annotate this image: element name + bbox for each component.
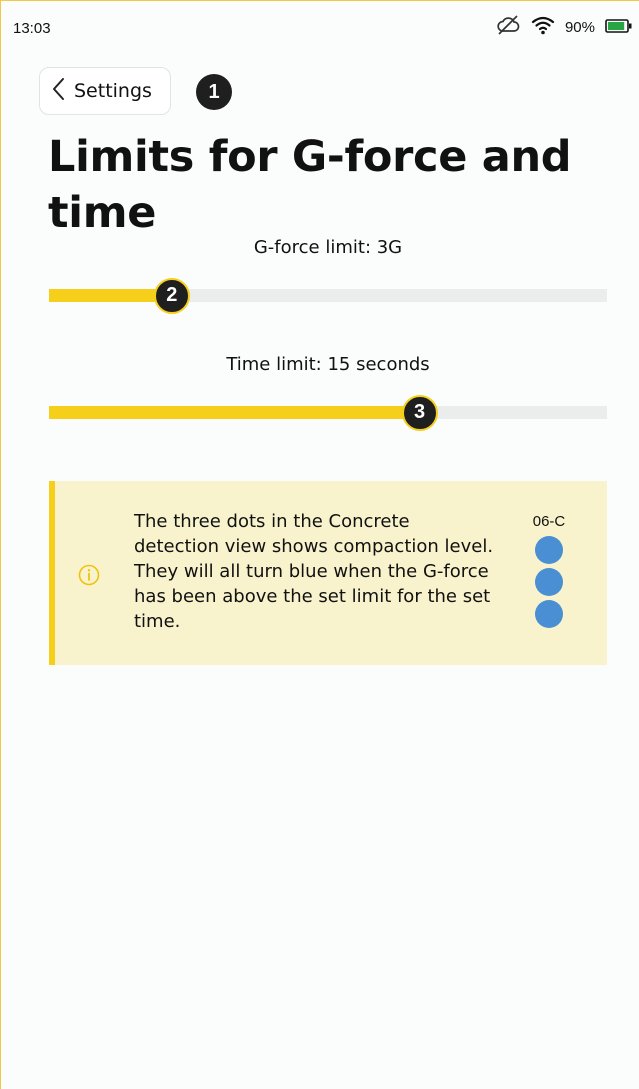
info-text: The three dots in the Concrete detection… — [134, 511, 494, 632]
time-slider-thumb[interactable]: 3 — [401, 394, 438, 431]
page-title: Limits for G-force and time — [48, 132, 572, 238]
time-limit-label: Time limit: 15 seconds — [226, 354, 430, 375]
chevron-left-icon — [52, 77, 66, 105]
compaction-dot — [535, 600, 563, 628]
compaction-dots-panel: 06-C — [527, 513, 571, 632]
compaction-dots — [535, 536, 563, 632]
gforce-limit-label: G-force limit: 3G — [253, 237, 403, 258]
battery-percent: 90% — [564, 18, 595, 36]
time-limit-slider[interactable]: 3 — [49, 394, 607, 431]
status-bar: 13:03 90% — [1, 1, 639, 53]
compaction-info-box: The three dots in the Concrete detection… — [49, 481, 607, 665]
battery-icon — [605, 18, 633, 37]
sync-off-icon — [495, 14, 521, 40]
status-time: 13:03 — [13, 20, 51, 37]
back-to-settings-button[interactable]: Settings — [39, 67, 171, 115]
dots-label: 06-C — [532, 513, 566, 530]
compaction-dot — [535, 568, 563, 596]
status-icons: 90% — [495, 15, 633, 39]
battery-level-fill — [608, 21, 625, 30]
gforce-slider-thumb[interactable]: 2 — [153, 277, 190, 314]
wifi-icon — [531, 15, 555, 39]
back-button-label: Settings — [74, 80, 152, 102]
annotation-badge-1: 1 — [196, 74, 232, 110]
info-circle-icon — [78, 564, 100, 590]
time-slider-fill — [49, 406, 420, 419]
compaction-dot — [535, 536, 563, 564]
gforce-limit-slider[interactable]: 2 — [49, 277, 607, 314]
settings-screen: 13:03 90% Settings 1 Limits for G-force … — [0, 0, 639, 1089]
